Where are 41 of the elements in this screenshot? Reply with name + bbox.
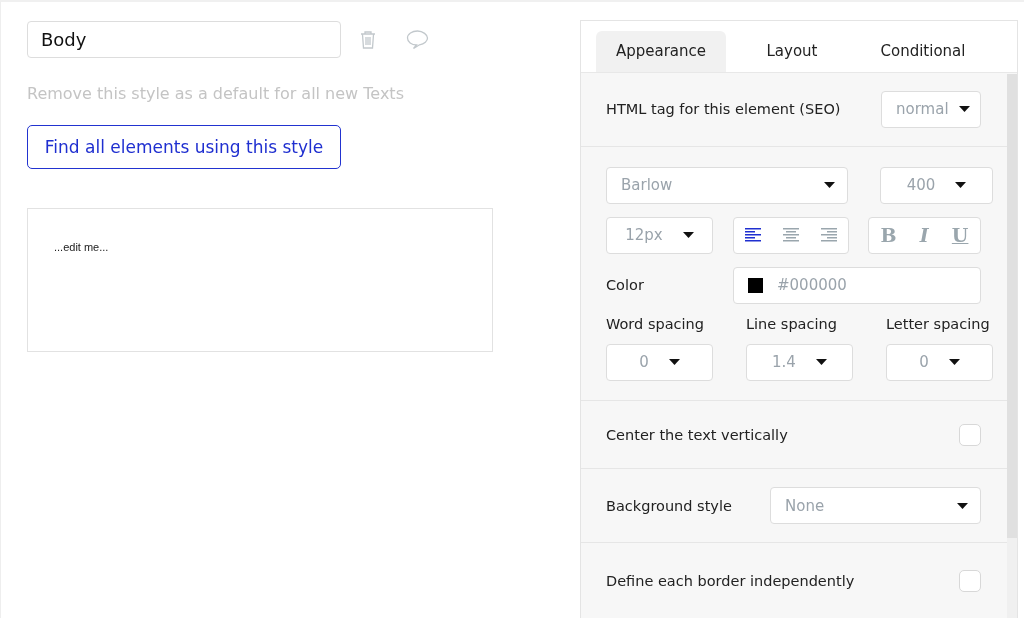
caret-icon (668, 359, 680, 366)
dropdown[interactable]: Barlow (606, 166, 848, 204)
style-name-field[interactable]: Body (27, 21, 341, 58)
checkbox[interactable] (959, 570, 981, 593)
field-label: Define each border independently (606, 573, 855, 590)
dropdown[interactable]: None (770, 487, 981, 525)
caret-icon (682, 232, 694, 239)
color-field[interactable]: #000000 (733, 266, 981, 304)
dropdown[interactable]: 400 (880, 166, 993, 204)
field-label: Line spacing (746, 315, 838, 332)
caret-icon (948, 359, 960, 366)
caret-icon (958, 106, 970, 113)
field-label: HTML tag for this element (SEO) (606, 101, 841, 118)
caret-icon (957, 502, 968, 509)
dropdown[interactable]: 0 (606, 343, 713, 381)
field-label: Word spacing (606, 315, 705, 332)
dropdown[interactable]: 1.4 (746, 343, 853, 381)
text-style-button[interactable]: I (915, 224, 933, 247)
field-label: Center the text vertically (606, 426, 788, 443)
dropdown[interactable]: 12px (606, 216, 713, 254)
checkbox[interactable] (959, 423, 981, 446)
caret-icon (955, 182, 967, 189)
tab[interactable]: Appearance (596, 31, 726, 72)
text-style-button[interactable]: B (876, 224, 901, 247)
caret-icon (824, 182, 835, 189)
find-elements-button[interactable]: Find all elements using this style (27, 125, 341, 169)
preview-text: ...edit me... (54, 241, 109, 253)
scrollbar[interactable] (1007, 74, 1017, 618)
dropdown[interactable]: 0 (886, 343, 993, 381)
align-left-icon (744, 228, 761, 243)
field-label: Letter spacing (886, 315, 991, 332)
align-center-icon (782, 228, 799, 243)
caret-icon (815, 359, 827, 366)
remove-default-link[interactable]: Remove this style as a default for all new Texts (27, 84, 554, 103)
speech-bubble-icon[interactable] (406, 30, 429, 49)
dropdown[interactable]: normal (881, 90, 981, 128)
trash-icon[interactable] (360, 30, 376, 49)
align-right-icon (820, 228, 837, 243)
text-style-button[interactable]: U (947, 224, 973, 247)
field-label: Color (606, 277, 644, 294)
field-label: Background style (606, 497, 732, 514)
